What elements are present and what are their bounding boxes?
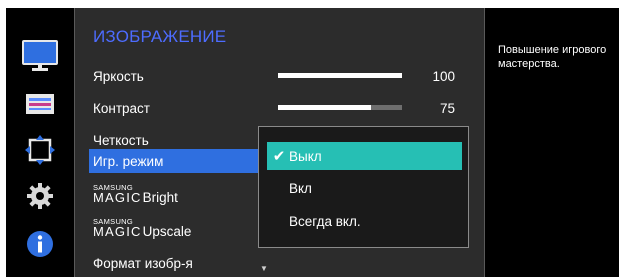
- menu-item-label: Четкость: [93, 132, 149, 148]
- samsung-magic-logo: SAMSUNG MAGIC: [93, 182, 142, 206]
- option-label: Вкл: [289, 180, 312, 196]
- checkmark-icon: ✔: [272, 148, 286, 165]
- contrast-slider-fill: [278, 105, 371, 110]
- menu-item-picture-size[interactable]: Формат изобр-я: [89, 251, 469, 275]
- menu-item-label: Формат изобр-я: [93, 255, 193, 271]
- position-move-icon[interactable]: [22, 132, 58, 168]
- description-panel: Повышение игрового мастерства.: [485, 8, 619, 277]
- option-off[interactable]: ✔ Выкл: [267, 142, 462, 170]
- game-mode-submenu: ✔ Выкл Вкл Всегда вкл.: [258, 126, 469, 248]
- brightness-value: 100: [432, 68, 455, 84]
- category-icon-bar: [6, 8, 74, 277]
- description-text: Повышение игрового мастерства.: [498, 44, 607, 70]
- option-on[interactable]: Вкл: [267, 174, 462, 202]
- menu-title: ИЗОБРАЖЕНИЕ: [93, 27, 227, 46]
- menu-item-label: SAMSUNG MAGIC Upscale: [93, 216, 192, 240]
- menu-item-label: Игр. режим: [93, 153, 164, 169]
- contrast-value: 75: [439, 100, 455, 116]
- onscreen-display-icon[interactable]: [22, 86, 58, 122]
- brightness-slider[interactable]: [278, 73, 402, 78]
- contrast-slider[interactable]: [278, 105, 402, 110]
- info-icon[interactable]: [22, 226, 58, 262]
- settings-gear-icon[interactable]: [22, 178, 58, 214]
- option-always-on[interactable]: Всегда вкл.: [267, 207, 462, 235]
- menu-item-label: Контраст: [93, 100, 150, 116]
- scroll-down-indicator[interactable]: ▼: [260, 264, 268, 273]
- menu-item-label: SAMSUNG MAGIC Bright: [93, 182, 178, 206]
- option-label: Выкл: [289, 148, 322, 164]
- menu-item-brightness[interactable]: Яркость 100: [89, 64, 469, 88]
- menu-item-contrast[interactable]: Контраст 75: [89, 96, 469, 120]
- menu-item-game-mode[interactable]: Игр. режим: [89, 149, 261, 173]
- option-label: Всегда вкл.: [289, 213, 361, 229]
- samsung-magic-logo: SAMSUNG MAGIC: [93, 216, 142, 240]
- menu-item-label: Яркость: [93, 68, 144, 84]
- monitor-icon[interactable]: [22, 38, 58, 74]
